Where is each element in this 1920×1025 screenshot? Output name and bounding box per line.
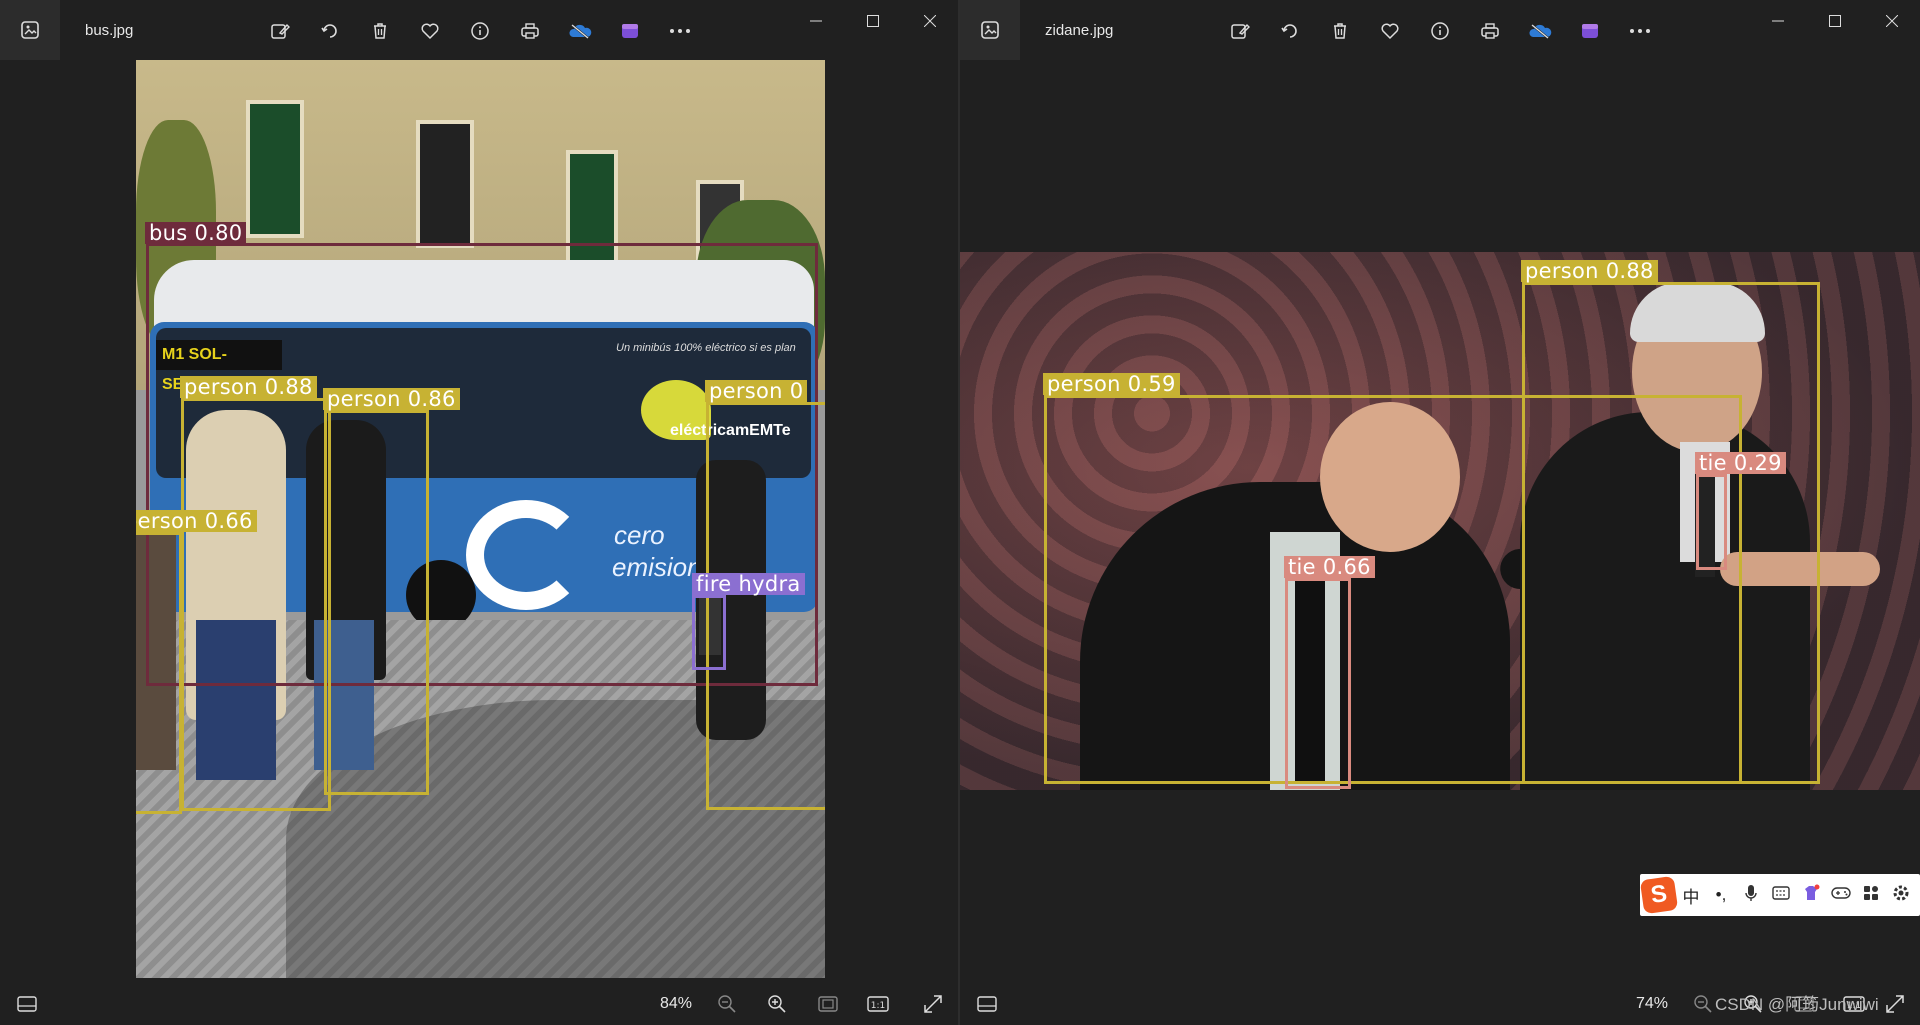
edit-image-icon[interactable] [1215,18,1265,44]
favorite-icon[interactable] [1365,18,1415,44]
edit-image-icon[interactable] [255,18,305,44]
detection-box-tie [1696,474,1727,570]
microphone-icon[interactable] [1736,884,1766,907]
maximize-icon[interactable] [845,6,901,36]
info-icon[interactable] [455,18,505,44]
favorite-icon[interactable] [405,18,455,44]
detection-box-tie [1285,578,1351,789]
zoom-level: 74% [1636,995,1669,1012]
actual-size-icon[interactable]: 1:1 [863,983,893,1025]
onedrive-icon[interactable] [555,18,605,44]
window-title: bus.jpg [85,22,134,39]
photos-window-zidane: zidane.jpg person 0.88 person 0.59 tie 0… [960,0,1920,1025]
more-icon[interactable] [655,18,705,44]
window-title: zidane.jpg [1045,22,1114,39]
photos-app-icon[interactable] [960,0,1020,60]
toolbox-icon[interactable] [1856,885,1886,906]
svg-text:1:1: 1:1 [871,1001,885,1011]
clipchamp-icon[interactable] [1565,18,1615,44]
more-icon[interactable] [1615,18,1665,44]
detection-box-person [1044,395,1742,784]
detection-label-bus: bus 0.80 [145,222,247,244]
ime-toolbar: S 中 •, [1639,874,1920,916]
delete-icon[interactable] [1315,18,1365,44]
minimize-icon[interactable] [1750,6,1806,36]
skin-icon[interactable] [1796,884,1826,907]
photos-app-icon[interactable] [0,0,60,60]
info-icon[interactable] [1415,18,1465,44]
keyboard-icon[interactable] [1766,885,1796,905]
fit-icon[interactable] [813,983,843,1025]
close-icon[interactable] [1864,6,1920,36]
detection-label-person: person 0.59 [1043,373,1180,395]
print-icon[interactable] [505,18,555,44]
onedrive-icon[interactable] [1515,18,1565,44]
gamepad-icon[interactable] [1826,885,1856,905]
filmstrip-icon[interactable] [972,983,1002,1025]
filmstrip-icon[interactable] [12,983,42,1025]
detection-label-tie: tie 0.29 [1695,452,1786,474]
detection-label-person: person 0.86 [323,388,460,410]
detection-label-person: person 0 [705,380,808,402]
detection-label-person: person 0.66 [136,510,257,532]
ime-punctuation-toggle[interactable]: •, [1706,885,1736,905]
clipchamp-icon[interactable] [605,18,655,44]
detection-box-fire-hydrant [692,595,726,670]
print-icon[interactable] [1465,18,1515,44]
photos-window-bus: bus.jpg M1 SOL-SEVILLA Un minibús 100% e… [0,0,960,1025]
minimize-icon[interactable] [788,6,844,36]
fullscreen-icon[interactable] [918,983,948,1025]
detection-box-person [324,410,429,795]
rotate-icon[interactable] [1265,18,1315,44]
photo-zidane[interactable]: person 0.88 person 0.59 tie 0.29 tie 0.6… [960,252,1920,790]
zoom-out-icon[interactable] [712,983,742,1025]
rotate-icon[interactable] [305,18,355,44]
maximize-icon[interactable] [1807,6,1863,36]
zoom-level: 84% [660,995,693,1012]
ime-language-toggle[interactable]: 中 [1676,883,1706,908]
watermark: CSDN @阿筠Junwiwi [1715,995,1879,1014]
detection-label-person: person 0.88 [180,376,317,398]
bottom-bar: 84% 1:1 [0,983,958,1025]
detection-label-fire-hydrant: fire hydra [692,573,805,595]
zoom-out-icon[interactable] [1688,983,1718,1025]
detection-box-person [181,398,331,811]
photo-bus[interactable]: M1 SOL-SEVILLA Un minibús 100% eléctrico… [136,60,825,978]
detection-box-person [136,532,182,814]
detection-label-tie: tie 0.66 [1284,556,1375,578]
sogou-logo-icon[interactable]: S [1639,875,1679,915]
zoom-in-icon[interactable] [762,983,792,1025]
toolbar [255,18,705,44]
fullscreen-icon[interactable] [1880,983,1910,1025]
delete-icon[interactable] [355,18,405,44]
detection-label-person: person 0.88 [1521,260,1658,282]
settings-icon[interactable] [1886,884,1916,907]
close-icon[interactable] [902,6,958,36]
toolbar [1215,18,1665,44]
